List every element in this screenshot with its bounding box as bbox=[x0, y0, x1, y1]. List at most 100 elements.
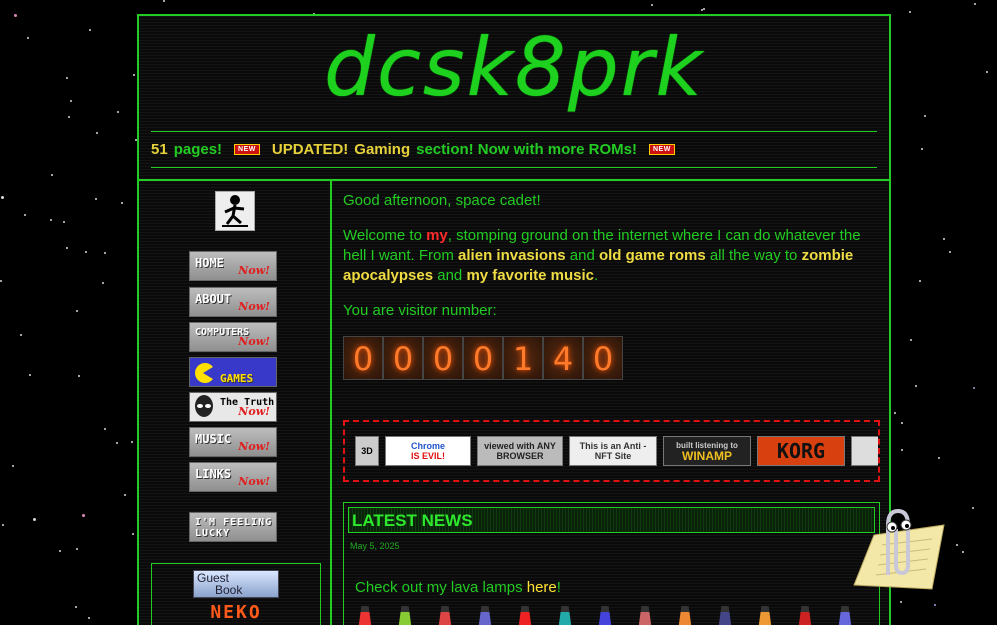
star bbox=[76, 310, 78, 312]
news-ticker: 51 pages! NEW UPDATED! Gaming section! N… bbox=[151, 131, 877, 168]
star bbox=[24, 214, 26, 216]
lava-lamp-icon bbox=[796, 606, 814, 625]
latest-news-heading: LATEST NEWS bbox=[348, 507, 875, 533]
star bbox=[85, 251, 87, 253]
star bbox=[900, 601, 902, 603]
ticker-gaming: Gaming bbox=[354, 141, 411, 158]
lava-lamp-icon bbox=[476, 606, 494, 625]
korg-badge[interactable]: KORG bbox=[757, 436, 845, 466]
latest-news-panel: LATEST NEWS May 5, 2025 Check out my lav… bbox=[343, 502, 880, 625]
star bbox=[27, 37, 29, 39]
guestbook-button[interactable]: Guest Book bbox=[193, 570, 279, 598]
misc-badge[interactable] bbox=[851, 436, 878, 466]
star bbox=[901, 422, 903, 424]
star bbox=[95, 198, 97, 200]
clippy-assistant-icon[interactable] bbox=[852, 505, 946, 591]
lava-lamps-link[interactable]: here bbox=[527, 579, 557, 596]
winamp-badge[interactable]: built listening to WINAMP bbox=[663, 436, 751, 466]
counter-digit: 0 bbox=[463, 336, 503, 380]
news-date: May 5, 2025 bbox=[350, 541, 400, 551]
star bbox=[0, 280, 2, 282]
welcome-text: and bbox=[565, 247, 599, 264]
news-text: Check out my lava lamps bbox=[355, 579, 527, 596]
nav-games-button[interactable]: GAMES bbox=[189, 357, 277, 387]
lava-lamps-row bbox=[354, 601, 874, 625]
guestbook-label-book: Book bbox=[215, 583, 243, 597]
lava-lamp-icon bbox=[396, 606, 414, 625]
star bbox=[972, 507, 974, 509]
lava-lamp-icon bbox=[716, 606, 734, 625]
counter-digit: 0 bbox=[383, 336, 423, 380]
star bbox=[82, 514, 85, 517]
star bbox=[909, 11, 911, 13]
star bbox=[133, 74, 135, 76]
pacman-icon bbox=[195, 363, 213, 383]
guestbook-panel: Guest Book NEKO bbox=[151, 563, 321, 625]
feeling-lucky-button[interactable]: I'M FEELING LUCKY bbox=[189, 512, 277, 542]
site-logo[interactable]: dcsk8prk bbox=[139, 28, 889, 108]
greeting-text: Good afternoon, space cadet! bbox=[343, 192, 541, 209]
welcome-text: and bbox=[433, 267, 467, 284]
nav-links-button[interactable]: LINKS Now! bbox=[189, 462, 277, 492]
star bbox=[29, 374, 31, 376]
star bbox=[949, 251, 951, 253]
star bbox=[66, 77, 68, 79]
nav-about-button[interactable]: ABOUT Now! bbox=[189, 287, 277, 317]
nav-music-button[interactable]: MUSIC Now! bbox=[189, 427, 277, 457]
star bbox=[986, 71, 988, 73]
lava-lamp-icon bbox=[676, 606, 694, 625]
star bbox=[14, 14, 17, 17]
sidebar-nav: HOME Now! ABOUT Now! COMPUTERS Now! GAME… bbox=[139, 181, 332, 625]
aliens-link[interactable]: alien invasions bbox=[458, 247, 566, 264]
lava-lamp-icon bbox=[556, 606, 574, 625]
star bbox=[20, 334, 22, 336]
visitor-label: You are visitor number: bbox=[343, 302, 497, 319]
nav-home-button[interactable]: HOME Now! bbox=[189, 251, 277, 281]
nav-now-label: Now! bbox=[238, 335, 270, 348]
star bbox=[50, 219, 52, 221]
star bbox=[63, 221, 65, 223]
chrome-is-evil-badge[interactable]: Chrome IS EVIL! bbox=[385, 436, 471, 466]
main-content: Good afternoon, space cadet! Welcome to … bbox=[343, 191, 881, 625]
welcome-text: Welcome to bbox=[343, 227, 427, 244]
star bbox=[12, 465, 14, 467]
star bbox=[1, 196, 4, 199]
star bbox=[78, 375, 80, 377]
nav-now-label: Now! bbox=[238, 405, 270, 418]
star bbox=[88, 617, 90, 619]
nav-music-label: MUSIC bbox=[195, 432, 232, 446]
star bbox=[924, 115, 926, 117]
star bbox=[75, 606, 77, 608]
nav-computers-button[interactable]: COMPUTERS Now! bbox=[189, 322, 277, 352]
star bbox=[915, 385, 917, 387]
star bbox=[70, 100, 72, 102]
welcome-paragraph: Welcome to my, stomping ground on the in… bbox=[343, 226, 881, 286]
star bbox=[66, 247, 68, 249]
star bbox=[974, 3, 976, 5]
any-browser-badge[interactable]: viewed with ANY BROWSER bbox=[477, 436, 563, 466]
star bbox=[76, 548, 78, 550]
music-link[interactable]: my favorite music bbox=[466, 267, 594, 284]
roms-link[interactable]: old game roms bbox=[599, 247, 706, 264]
star bbox=[33, 518, 36, 521]
3d-badge[interactable]: 3D bbox=[355, 436, 379, 466]
star bbox=[2, 524, 4, 526]
new-badge: NEW bbox=[648, 144, 675, 155]
skater-avatar-icon bbox=[215, 191, 255, 231]
star bbox=[132, 533, 134, 535]
nav-now-label: Now! bbox=[238, 475, 270, 488]
star bbox=[89, 29, 91, 31]
welcome-text: all the way to bbox=[705, 247, 802, 264]
counter-digit: 4 bbox=[543, 336, 583, 380]
neko-button[interactable]: NEKO bbox=[193, 602, 279, 625]
chrome-evil-label: IS EVIL! bbox=[410, 451, 445, 461]
star bbox=[59, 550, 61, 552]
star bbox=[894, 412, 896, 414]
star bbox=[943, 238, 945, 240]
anti-nft-badge[interactable]: This is an Anti - NFT Site bbox=[569, 436, 657, 466]
nav-truth-button[interactable]: The Truth Now! bbox=[189, 392, 277, 422]
star bbox=[121, 202, 123, 204]
star bbox=[921, 148, 923, 150]
nav-now-label: Now! bbox=[238, 300, 270, 313]
page-frame: dcsk8prk 51 pages! NEW UPDATED! Gaming s… bbox=[137, 14, 891, 625]
